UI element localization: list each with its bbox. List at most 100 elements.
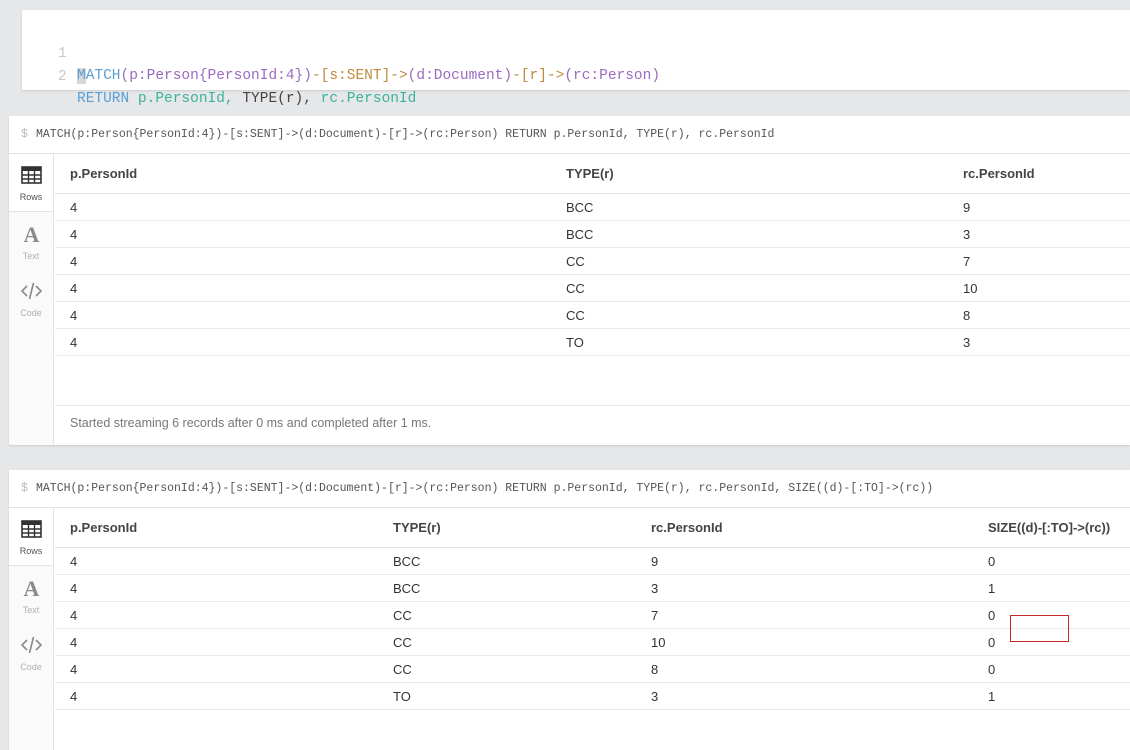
table-cell: 8 bbox=[963, 308, 971, 323]
results-table: p.PersonId TYPE(r) rc.PersonId 4 BCC 9 4… bbox=[55, 154, 1130, 356]
table-cell: 0 bbox=[988, 662, 996, 677]
line-number: 2 bbox=[58, 69, 67, 85]
prompt-sign: $ bbox=[21, 482, 28, 495]
table-cell: 0 bbox=[988, 635, 996, 650]
code-text: MATCH(p:Person{PersonId:4})-[s:SENT]->(d… bbox=[77, 65, 660, 87]
rows-view-button[interactable]: Rows bbox=[9, 154, 53, 212]
table-cell: 3 bbox=[963, 335, 971, 350]
table-cell: 3 bbox=[651, 689, 659, 704]
text-icon: A bbox=[24, 223, 40, 245]
rows-view-button[interactable]: Rows bbox=[9, 508, 53, 566]
table-cell: 4 bbox=[70, 608, 78, 623]
node-pattern: (rc:Person) bbox=[564, 68, 661, 84]
table-cell: 7 bbox=[651, 608, 659, 623]
column-header: p.PersonId bbox=[70, 520, 138, 535]
table-cell: 4 bbox=[70, 281, 78, 296]
text-cursor: M bbox=[77, 68, 86, 84]
code-view-button[interactable]: Code bbox=[9, 624, 53, 682]
table-cell: 4 bbox=[70, 635, 78, 650]
keyword-match: ATCH bbox=[85, 68, 121, 84]
code-view-button[interactable]: Code bbox=[9, 270, 53, 328]
table-cell: 0 bbox=[988, 554, 996, 569]
editor-line-2: 2 RETURN p.PersonId, TYPE(r), rc.PersonI… bbox=[22, 44, 416, 107]
frame-header[interactable]: $ MATCH(p:Person{PersonId:4})-[s:SENT]->… bbox=[9, 116, 1130, 154]
table-row: 4 CC 8 0 bbox=[55, 656, 1130, 683]
text-label: Text bbox=[22, 605, 40, 615]
column-header: TYPE(r) bbox=[566, 166, 614, 181]
table-cell: 9 bbox=[651, 554, 659, 569]
table-row: 4 TO 3 bbox=[55, 329, 1130, 356]
rel-pattern: -[s:SENT]-> bbox=[311, 68, 408, 84]
node-pattern: (p:Person{PersonId:4}) bbox=[120, 68, 312, 84]
frame-header[interactable]: $ MATCH(p:Person{PersonId:4})-[s:SENT]->… bbox=[9, 470, 1130, 508]
result-frame-1: $ MATCH(p:Person{PersonId:4})-[s:SENT]->… bbox=[9, 116, 1130, 445]
table-cell: 4 bbox=[70, 254, 78, 269]
table-cell: 8 bbox=[651, 662, 659, 677]
code-icon bbox=[21, 282, 42, 300]
query-editor[interactable]: 1 MATCH(p:Person{PersonId:4})-[s:SENT]->… bbox=[22, 10, 1130, 107]
table-cell: BCC bbox=[566, 227, 594, 242]
table-cell: 4 bbox=[70, 200, 78, 215]
table-cell: CC bbox=[393, 662, 412, 677]
table-row: 4 TO 3 1 bbox=[55, 683, 1130, 710]
table-cell: 4 bbox=[70, 689, 78, 704]
view-switcher: Rows A Text Code bbox=[9, 508, 54, 750]
table-cell: 4 bbox=[70, 308, 78, 323]
table-cell: 4 bbox=[70, 554, 78, 569]
table-cell: CC bbox=[393, 635, 412, 650]
code-icon bbox=[21, 636, 42, 654]
table-cell: BCC bbox=[393, 581, 421, 596]
table-cell: CC bbox=[566, 308, 585, 323]
table-cell: 4 bbox=[70, 581, 78, 596]
frame-query[interactable]: MATCH(p:Person{PersonId:4})-[s:SENT]->(d… bbox=[36, 128, 774, 141]
line-number: 1 bbox=[58, 46, 67, 62]
table-cell: CC bbox=[393, 608, 412, 623]
table-row: 4 BCC 9 0 bbox=[55, 548, 1130, 575]
table-header: p.PersonId TYPE(r) rc.PersonId SIZE((d)-… bbox=[55, 508, 1130, 548]
frame-query[interactable]: MATCH(p:Person{PersonId:4})-[s:SENT]->(d… bbox=[36, 482, 933, 495]
table-cell: 4 bbox=[70, 335, 78, 350]
rows-label: Rows bbox=[19, 546, 43, 556]
table-row: 4 CC 7 0 bbox=[55, 602, 1130, 629]
svg-text:A: A bbox=[24, 577, 40, 599]
status-bar: Started streaming 6 records after 0 ms a… bbox=[55, 405, 1130, 445]
table-cell: BCC bbox=[393, 554, 421, 569]
table-cell: TO bbox=[566, 335, 584, 350]
code-text: RETURN p.PersonId, TYPE(r), rc.PersonId bbox=[77, 88, 416, 110]
table-row: 4 CC 7 bbox=[55, 248, 1130, 275]
return-item: rc.PersonId bbox=[320, 91, 417, 107]
prompt-sign: $ bbox=[21, 128, 28, 141]
table-cell: CC bbox=[566, 254, 585, 269]
table-row: 4 CC 10 0 bbox=[55, 629, 1130, 656]
table-cell: 4 bbox=[70, 227, 78, 242]
table-cell: 3 bbox=[963, 227, 971, 242]
table-cell: 9 bbox=[963, 200, 971, 215]
return-item: TYPE(r), bbox=[242, 91, 312, 107]
results-table: p.PersonId TYPE(r) rc.PersonId SIZE((d)-… bbox=[55, 508, 1130, 710]
result-frame-2: $ MATCH(p:Person{PersonId:4})-[s:SENT]->… bbox=[9, 470, 1130, 750]
svg-text:A: A bbox=[24, 223, 40, 245]
view-switcher: Rows A Text Code bbox=[9, 154, 54, 445]
keyword-return: RETURN bbox=[77, 91, 130, 107]
code-label: Code bbox=[20, 308, 42, 318]
highlight-annotation bbox=[1010, 615, 1069, 642]
table-icon bbox=[21, 166, 42, 184]
return-item: p.PersonId, bbox=[137, 91, 234, 107]
table-icon bbox=[21, 520, 42, 538]
table-cell: 7 bbox=[963, 254, 971, 269]
column-header: rc.PersonId bbox=[963, 166, 1035, 181]
column-header: SIZE((d)-[:TO]->(rc)) bbox=[988, 520, 1111, 535]
table-cell: 4 bbox=[70, 662, 78, 677]
table-row: 4 BCC 3 1 bbox=[55, 575, 1130, 602]
column-header: TYPE(r) bbox=[393, 520, 441, 535]
table-cell: BCC bbox=[566, 200, 594, 215]
text-view-button[interactable]: A Text bbox=[9, 567, 53, 625]
column-header: rc.PersonId bbox=[651, 520, 723, 535]
table-cell: 10 bbox=[963, 281, 978, 296]
rel-pattern: -[r]-> bbox=[512, 68, 565, 84]
table-cell: 1 bbox=[988, 581, 996, 596]
table-cell: 10 bbox=[651, 635, 666, 650]
text-view-button[interactable]: A Text bbox=[9, 213, 53, 271]
table-cell: 0 bbox=[988, 608, 996, 623]
table-cell: CC bbox=[566, 281, 585, 296]
